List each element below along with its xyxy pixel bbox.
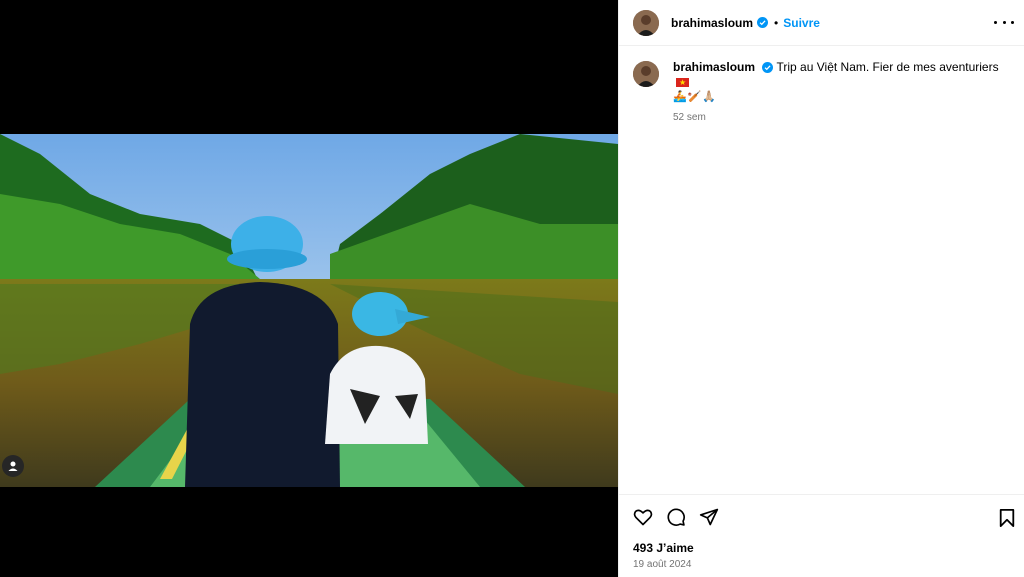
tag-people-button[interactable] [2, 455, 24, 477]
post-time-ago[interactable]: 52 sem [673, 110, 1003, 125]
likes-count[interactable]: 493 J’aime [633, 541, 1010, 555]
more-options-icon[interactable] [994, 14, 1014, 30]
comment-icon[interactable] [666, 507, 686, 527]
verified-badge-icon [762, 62, 774, 74]
separator-dot: • [774, 15, 779, 30]
vietnam-flag-icon [676, 75, 689, 90]
follow-button[interactable]: Suivre [783, 16, 820, 30]
post-image [0, 134, 618, 487]
caption-emojis: 🚣🏏🙏🏼 [673, 91, 718, 103]
post-actions: 493 J’aime 19 août 2024 [619, 494, 1024, 574]
bookmark-icon[interactable] [998, 508, 1016, 528]
heart-icon[interactable] [633, 507, 653, 527]
caption-avatar[interactable] [633, 61, 659, 87]
caption: brahimasloum Trip au Việt Nam. Fier de m… [619, 46, 1024, 125]
avatar-image [633, 61, 659, 87]
post-header: brahimasloum • Suivre [619, 0, 1024, 46]
action-icons [633, 495, 1010, 539]
username-link[interactable]: brahimasloum [671, 16, 753, 30]
post-side-panel: brahimasloum • Suivre brahimasloum Trip … [618, 0, 1024, 577]
caption-username[interactable]: brahimasloum [673, 60, 755, 74]
post-date: 19 août 2024 [633, 559, 692, 570]
post-photo[interactable] [0, 134, 618, 487]
avatar[interactable] [633, 9, 659, 36]
caption-body: brahimasloum Trip au Việt Nam. Fier de m… [673, 60, 1003, 125]
verified-badge-icon [757, 17, 769, 28]
caption-text: Trip au Việt Nam. Fier de mes aventurier… [776, 60, 999, 74]
share-icon[interactable] [699, 507, 719, 527]
media-pane [0, 0, 618, 577]
avatar-image [633, 9, 659, 36]
user-tag-icon [8, 461, 18, 471]
